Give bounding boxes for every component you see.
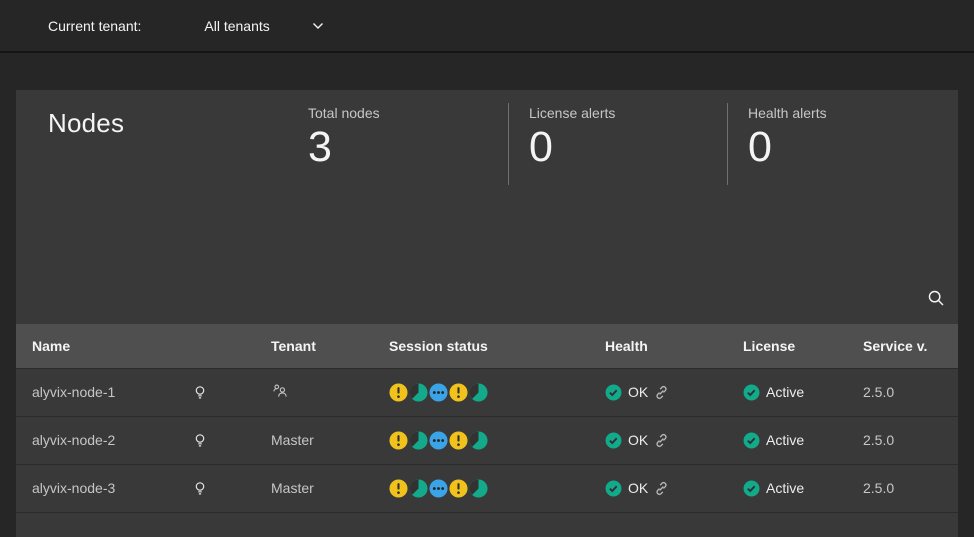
lightbulb-icon <box>192 384 208 401</box>
table-row[interactable]: alyvix-node-1 <box>16 368 958 416</box>
header-health[interactable]: Health <box>603 324 741 368</box>
health-status-text: OK <box>628 432 648 448</box>
node-name: alyvix-node-1 <box>16 368 176 416</box>
stat-label: Total nodes <box>308 103 508 121</box>
link-icon <box>654 385 669 400</box>
node-tenant: Master <box>224 416 387 464</box>
warning-icon <box>389 383 408 402</box>
stat-license-alerts: License alerts 0 <box>508 103 727 185</box>
lightbulb-icon <box>192 480 208 497</box>
header-tenant[interactable]: Tenant <box>224 324 387 368</box>
users-icon <box>271 383 289 399</box>
search-icon <box>927 289 945 307</box>
health-link-button[interactable] <box>654 433 669 448</box>
check-circle-icon <box>743 480 760 497</box>
license-status-text: Active <box>766 432 804 448</box>
check-circle-icon <box>743 384 760 401</box>
session-status <box>387 416 603 464</box>
incomplete-pie-icon <box>469 479 488 498</box>
incomplete-pie-icon <box>409 431 428 450</box>
health-link-button[interactable] <box>654 481 669 496</box>
nodes-table: Name Tenant Session status Health Licens… <box>16 324 958 533</box>
stat-label: License alerts <box>529 103 727 121</box>
warning-icon <box>389 479 408 498</box>
node-service-version: 2.5.0 <box>861 464 958 512</box>
check-circle-icon <box>605 480 622 497</box>
node-license: Active <box>741 368 861 416</box>
table-row[interactable]: alyvix-node-3 Master <box>16 464 958 512</box>
header-service-version[interactable]: Service v. <box>861 324 958 368</box>
search-button[interactable] <box>914 276 958 320</box>
node-status-cell <box>176 368 224 416</box>
node-status-cell <box>176 416 224 464</box>
health-status-text: OK <box>628 384 648 400</box>
incomplete-pie-icon <box>409 383 428 402</box>
node-license: Active <box>741 416 861 464</box>
link-icon <box>654 433 669 448</box>
stat-value: 3 <box>308 126 508 169</box>
check-circle-icon <box>605 432 622 449</box>
stat-value: 0 <box>748 126 827 169</box>
session-status <box>387 368 603 416</box>
node-tenant <box>224 368 387 416</box>
topbar: Current tenant: All tenants <box>0 0 974 53</box>
session-status <box>387 464 603 512</box>
page-title: Nodes <box>48 108 124 139</box>
lightbulb-icon <box>192 432 208 449</box>
header-name[interactable]: Name <box>16 324 176 368</box>
node-health: OK <box>603 416 741 464</box>
warning-icon <box>389 431 408 450</box>
current-tenant-label: Current tenant: <box>48 18 141 34</box>
stat-health-alerts: Health alerts 0 <box>727 103 827 185</box>
node-health: OK <box>603 368 741 416</box>
license-status-text: Active <box>766 480 804 496</box>
tenant-dropdown-value: All tenants <box>204 18 269 34</box>
warning-icon <box>449 431 468 450</box>
warning-icon <box>449 383 468 402</box>
tenant-dropdown[interactable]: All tenants <box>204 18 324 34</box>
warning-icon <box>449 479 468 498</box>
in-progress-icon <box>429 431 448 450</box>
incomplete-pie-icon <box>469 383 488 402</box>
node-tenant: Master <box>224 464 387 512</box>
table-header-row: Name Tenant Session status Health Licens… <box>16 324 958 368</box>
in-progress-icon <box>429 479 448 498</box>
node-health: OK <box>603 464 741 512</box>
node-service-version: 2.5.0 <box>861 368 958 416</box>
in-progress-icon <box>429 383 448 402</box>
stat-label: Health alerts <box>748 103 827 121</box>
table-row-partial <box>16 512 958 533</box>
header-status-light <box>176 324 224 368</box>
node-name: alyvix-node-2 <box>16 416 176 464</box>
check-circle-icon <box>743 432 760 449</box>
header-license[interactable]: License <box>741 324 861 368</box>
incomplete-pie-icon <box>469 431 488 450</box>
health-status-text: OK <box>628 480 648 496</box>
stat-value: 0 <box>529 126 727 169</box>
chevron-down-icon <box>312 22 324 30</box>
check-circle-icon <box>605 384 622 401</box>
stats-row: Total nodes 3 License alerts 0 Health al… <box>308 103 827 185</box>
node-license: Active <box>741 464 861 512</box>
incomplete-pie-icon <box>409 479 428 498</box>
table-row[interactable]: alyvix-node-2 Master <box>16 416 958 464</box>
stat-total-nodes: Total nodes 3 <box>308 103 508 185</box>
node-status-cell <box>176 464 224 512</box>
node-service-version: 2.5.0 <box>861 416 958 464</box>
header-session-status[interactable]: Session status <box>387 324 603 368</box>
link-icon <box>654 481 669 496</box>
node-name: alyvix-node-3 <box>16 464 176 512</box>
nodes-panel: Nodes Total nodes 3 License alerts 0 Hea… <box>16 90 958 537</box>
health-link-button[interactable] <box>654 385 669 400</box>
license-status-text: Active <box>766 384 804 400</box>
